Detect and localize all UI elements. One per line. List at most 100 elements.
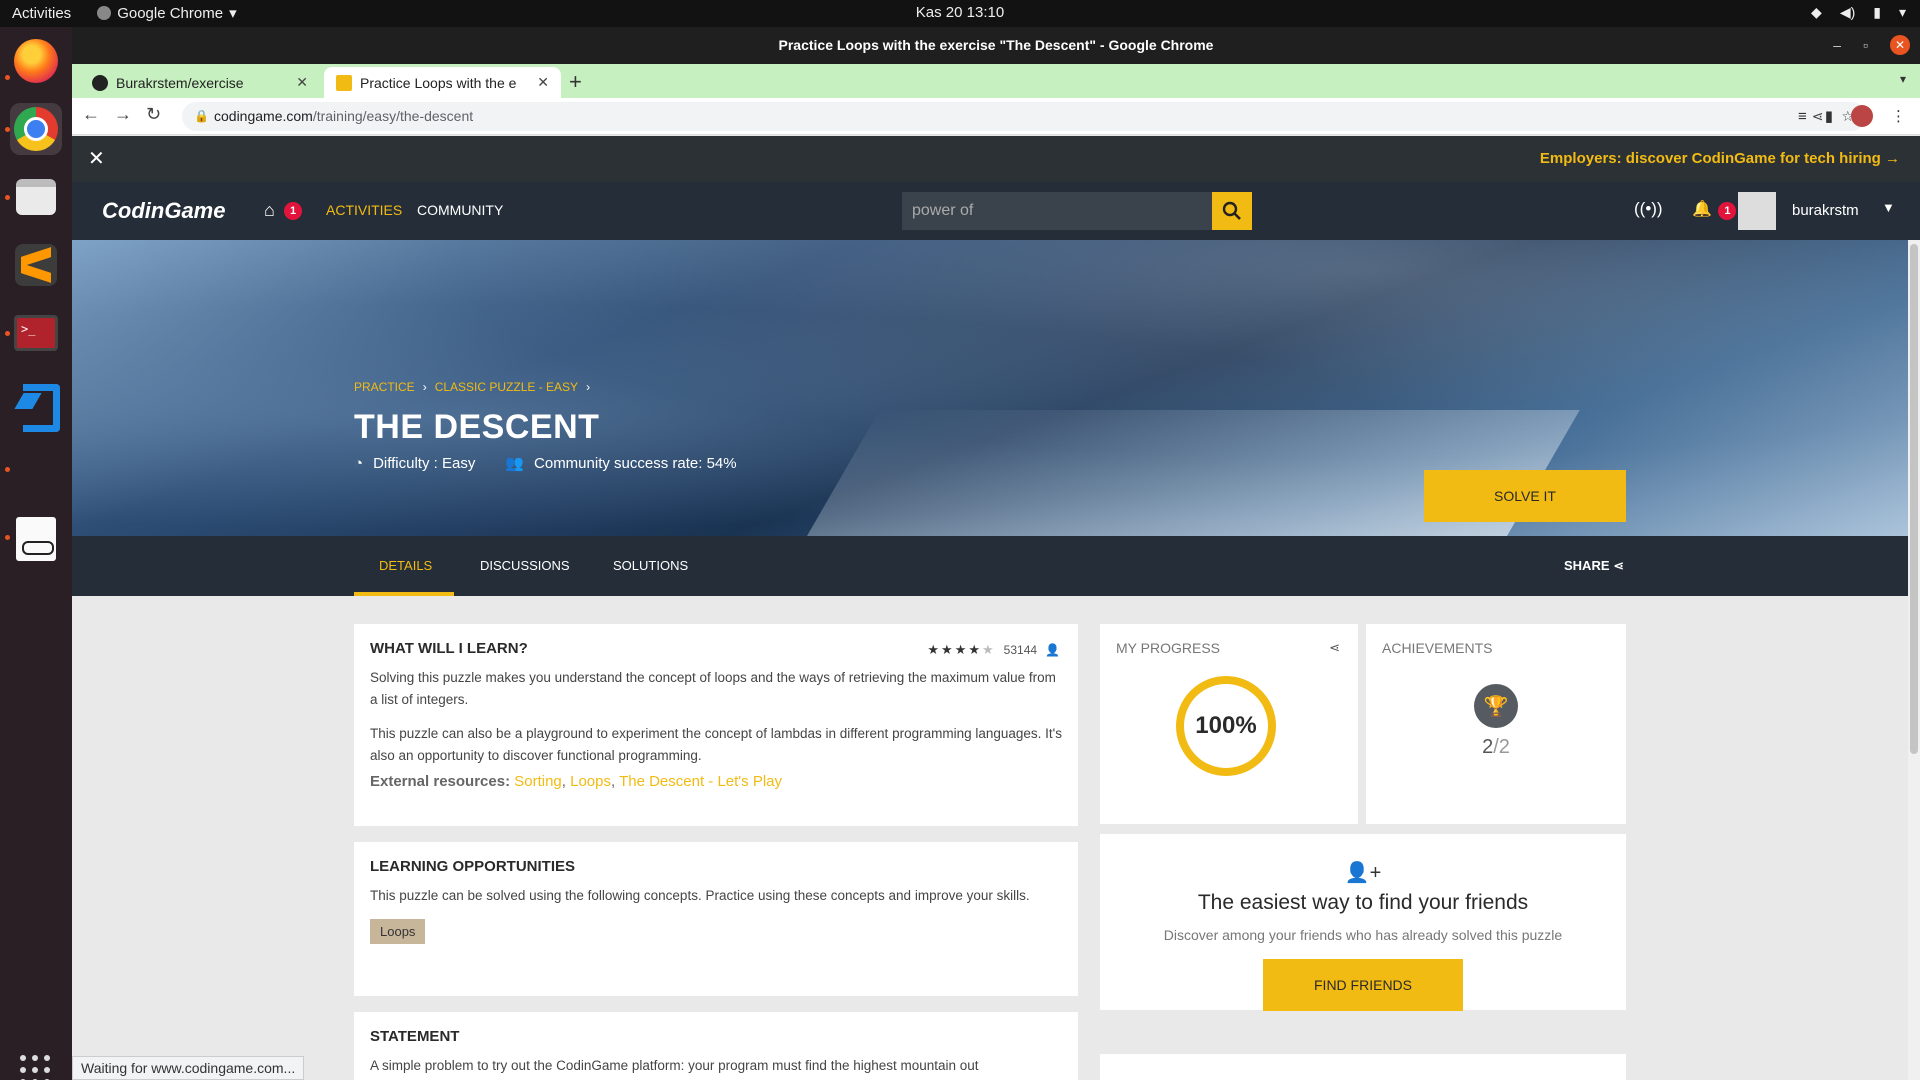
minimize-icon[interactable]: – bbox=[1833, 27, 1841, 64]
my-progress-card: MY PROGRESS ⋖ 100% bbox=[1100, 624, 1358, 824]
lock-icon: 🔒 bbox=[194, 109, 209, 123]
puzzle-hero: PRACTICE › CLASSIC PUZZLE - EASY › THE D… bbox=[72, 240, 1920, 536]
home-badge: 1 bbox=[284, 202, 302, 220]
home-button[interactable]: ⌂ 1 bbox=[264, 200, 302, 221]
bell-icon: 🔔 bbox=[1692, 201, 1712, 218]
broadcast-icon[interactable]: ((•)) bbox=[1634, 199, 1663, 219]
side-panel-icon[interactable]: ▮ bbox=[1825, 107, 1833, 125]
back-icon[interactable]: ← bbox=[82, 104, 100, 125]
document-viewer-icon bbox=[16, 517, 56, 561]
system-tray[interactable]: ◆ ◀) ▮ ▾ bbox=[1811, 4, 1906, 21]
dock-firefox[interactable] bbox=[10, 35, 62, 87]
active-tab-indicator bbox=[354, 592, 454, 596]
clock[interactable]: Kas 20 13:10 bbox=[0, 4, 1920, 21]
tab-github[interactable]: Burakrstem/exercise ✕ bbox=[80, 67, 320, 98]
username[interactable]: burakrstm bbox=[1792, 202, 1859, 219]
achievements-label: ACHIEVEMENTS bbox=[1382, 640, 1493, 656]
nav-community[interactable]: COMMUNITY bbox=[417, 202, 503, 218]
dock-reader[interactable] bbox=[10, 513, 62, 565]
search-icon bbox=[1222, 201, 1241, 220]
firefox-icon bbox=[14, 39, 58, 83]
new-tab-icon[interactable]: + bbox=[569, 69, 582, 95]
battery-icon: ▮ bbox=[1873, 4, 1881, 20]
tab-label: Practice Loops with the e bbox=[360, 74, 517, 91]
progress-label: MY PROGRESS bbox=[1116, 640, 1220, 656]
tab-search-icon[interactable]: ▾ bbox=[1900, 72, 1906, 86]
gauge-icon: ◔ bbox=[354, 454, 364, 472]
search-button[interactable] bbox=[1212, 192, 1252, 230]
running-indicator bbox=[5, 331, 10, 336]
running-indicator bbox=[5, 127, 10, 132]
tab-details[interactable]: DETAILS bbox=[379, 558, 432, 573]
dock-chrome[interactable] bbox=[10, 103, 62, 155]
learn-paragraph-1: Solving this puzzle makes you understand… bbox=[370, 670, 1056, 707]
url-domain: codingame.com bbox=[214, 108, 313, 124]
find-friends-button[interactable]: FIND FRIENDS bbox=[1263, 959, 1463, 1011]
card-title: LEARNING OPPORTUNITIES bbox=[370, 858, 576, 875]
address-bar[interactable]: 🔒 codingame.com/training/easy/the-descen… bbox=[182, 102, 1866, 131]
resource-link-loops[interactable]: Loops bbox=[570, 773, 611, 790]
status-bar: Waiting for www.codingame.com... bbox=[72, 1056, 305, 1080]
concept-tag[interactable]: Loops bbox=[370, 919, 426, 944]
resource-link-lets-play[interactable]: The Descent - Let's Play bbox=[619, 773, 782, 790]
logo-text-left: Codin bbox=[102, 198, 165, 223]
employers-banner: ✕ Employers: discover CodinGame for tech… bbox=[72, 136, 1920, 182]
power-menu-icon: ▾ bbox=[1898, 4, 1906, 20]
page-scrollbar[interactable] bbox=[1908, 240, 1920, 1080]
users-icon: 👥 bbox=[505, 455, 525, 472]
close-window-icon[interactable]: ✕ bbox=[1890, 35, 1910, 55]
page-title: THE DESCENT bbox=[354, 408, 600, 446]
search-input[interactable] bbox=[902, 192, 1212, 230]
nav-activities[interactable]: ACTIVITIES bbox=[326, 202, 402, 218]
maximize-icon[interactable]: ▫ bbox=[1863, 27, 1868, 64]
logo-text-right: Game bbox=[164, 198, 226, 223]
learn-paragraph-2: This puzzle can also be a playground to … bbox=[370, 726, 1062, 763]
system-top-bar: Activities Google Chrome ▾ Kas 20 13:10 … bbox=[0, 0, 1920, 27]
notifications-button[interactable]: 🔔 1 bbox=[1692, 199, 1737, 220]
breadcrumb-practice[interactable]: PRACTICE bbox=[354, 380, 415, 394]
rating-count: 53144 bbox=[1003, 643, 1038, 657]
tab-codingame[interactable]: Practice Loops with the e ✕ bbox=[324, 67, 561, 98]
friends-title: The easiest way to find your friends bbox=[1197, 891, 1529, 914]
search-box bbox=[902, 192, 1212, 230]
add-user-icon: 👤+ bbox=[1344, 862, 1382, 884]
running-indicator bbox=[5, 75, 10, 80]
puzzle-subnav: DETAILS DISCUSSIONS SOLUTIONS SHARE ⋖ bbox=[72, 536, 1920, 596]
breadcrumb-classic-puzzle[interactable]: CLASSIC PUZZLE - EASY bbox=[435, 380, 578, 394]
forward-icon[interactable]: → bbox=[114, 104, 132, 125]
tab-solutions[interactable]: SOLUTIONS bbox=[613, 558, 688, 573]
dock-sublime[interactable] bbox=[10, 239, 62, 291]
opportunities-text: This puzzle can be solved using the foll… bbox=[370, 888, 1030, 903]
codingame-icon bbox=[336, 74, 352, 91]
close-tab-icon[interactable]: ✕ bbox=[537, 74, 549, 91]
running-indicator bbox=[5, 467, 10, 472]
trophy-icon[interactable]: 🏆 bbox=[1474, 684, 1518, 728]
solve-it-button[interactable]: SOLVE IT bbox=[1424, 470, 1626, 522]
avatar[interactable] bbox=[1738, 192, 1776, 230]
codingame-logo[interactable]: CodinGame bbox=[102, 198, 225, 224]
running-indicator bbox=[5, 195, 10, 200]
share-button[interactable]: SHARE ⋖ bbox=[1564, 558, 1624, 574]
user-icon: 👤 bbox=[1045, 643, 1060, 657]
dock-vscode[interactable] bbox=[10, 375, 62, 432]
tab-discussions[interactable]: DISCUSSIONS bbox=[480, 558, 570, 573]
reading-list-icon[interactable]: ≡ bbox=[1798, 108, 1807, 125]
employers-link[interactable]: Employers: discover CodinGame for tech h… bbox=[1540, 150, 1900, 167]
scrollbar-thumb[interactable] bbox=[1910, 244, 1918, 754]
resource-link-sorting[interactable]: Sorting bbox=[514, 773, 562, 790]
dock-terminal[interactable]: >_ bbox=[10, 307, 62, 359]
reload-icon[interactable]: ↻ bbox=[146, 104, 161, 125]
share-icon[interactable]: ⋖ bbox=[1329, 640, 1340, 656]
external-resources: External resources: Sorting, Loops, The … bbox=[370, 773, 783, 790]
profile-avatar[interactable] bbox=[1851, 105, 1873, 127]
kebab-menu-icon[interactable]: ⋮ bbox=[1891, 107, 1906, 125]
close-tab-icon[interactable]: ✕ bbox=[296, 74, 308, 91]
sublime-text-icon bbox=[15, 244, 57, 286]
rating-stars[interactable]: ★★★★★ bbox=[927, 642, 995, 658]
chevron-down-icon[interactable]: ▼ bbox=[1882, 200, 1895, 215]
close-banner-icon[interactable]: ✕ bbox=[88, 146, 105, 171]
dock-files[interactable] bbox=[10, 171, 62, 223]
codingame-nav: CodinGame ⌂ 1 ACTIVITIES COMMUNITY ((•))… bbox=[72, 182, 1920, 240]
show-applications-button[interactable] bbox=[20, 1055, 50, 1080]
tab-label: Burakrstem/exercise bbox=[116, 74, 244, 91]
